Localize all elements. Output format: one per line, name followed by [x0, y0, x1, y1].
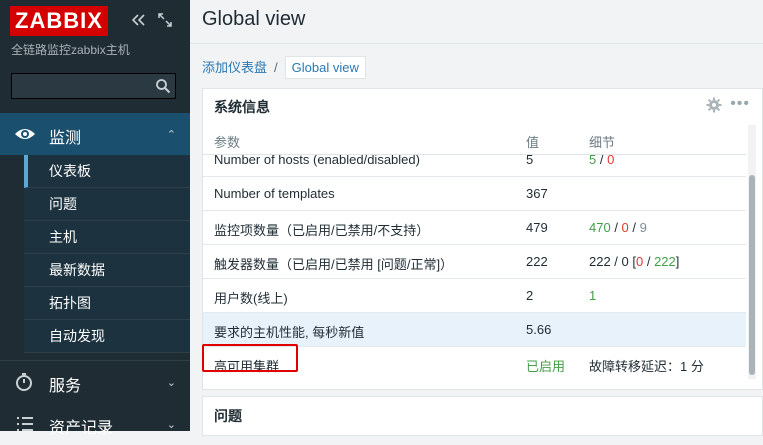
- scrollbar-thumb[interactable]: [749, 175, 755, 375]
- zabbix-logo[interactable]: ZABBIX: [10, 6, 108, 36]
- table-row: Number of hosts (enabled/disabled) 5 5 /…: [203, 154, 746, 177]
- breadcrumb-current[interactable]: Global view: [284, 56, 366, 79]
- menu-services[interactable]: 服务 ⌄: [0, 360, 190, 403]
- widget-title: 问题: [214, 408, 242, 424]
- details-cell: 5 / 0: [589, 154, 615, 167]
- chevron-down-icon: ⌄: [166, 377, 176, 389]
- annotation-highlight-box: [202, 344, 298, 372]
- menu-monitoring[interactable]: 监测 ⌃: [0, 113, 190, 155]
- value-cell: 5: [526, 154, 534, 167]
- table-row: 触发器数量（已启用/已禁用 [问题/正常]） 222 222 / 0 [0 / …: [203, 245, 746, 279]
- param-cell: 监控项数量（已启用/已禁用/不支持）: [214, 223, 430, 238]
- details-cell: 470 / 0 / 9: [589, 220, 647, 235]
- breadcrumb-separator: /: [274, 60, 278, 75]
- server-name: 全链路监控zabbix主机: [11, 43, 130, 57]
- chevron-up-icon: ⌃: [166, 129, 176, 141]
- header-divider: [190, 43, 763, 44]
- submenu-discovery[interactable]: 自动发现: [24, 320, 190, 353]
- param-cell: 要求的主机性能, 每秒新值: [214, 325, 365, 340]
- submenu-problems[interactable]: 问题: [24, 188, 190, 221]
- value-cell: 5.66: [526, 322, 552, 337]
- column-header-value: 值: [526, 135, 540, 150]
- value-cell: 367: [526, 186, 548, 201]
- column-header-param: 参数: [214, 135, 241, 150]
- problems-widget: 问题: [202, 396, 763, 436]
- breadcrumb-dashboards-link[interactable]: 添加仪表盘: [202, 60, 267, 75]
- menu-inventory[interactable]: 资产记录 ⌄: [0, 403, 190, 445]
- table-row: 监控项数量（已启用/已禁用/不支持） 479 470 / 0 / 9: [203, 211, 746, 245]
- collapse-sidebar-icon[interactable]: [130, 12, 146, 28]
- monitoring-submenu: 仪表板 问题 主机 最新数据 拓扑图 自动发现: [24, 155, 190, 353]
- breadcrumb: 添加仪表盘 / Global view: [202, 56, 366, 79]
- submenu-latest-data[interactable]: 最新数据: [24, 254, 190, 287]
- details-cell: 222 / 0 [0 / 222]: [589, 254, 680, 269]
- value-cell: 已启用: [526, 359, 566, 374]
- value-cell: 2: [526, 288, 534, 303]
- value-cell: 222: [526, 254, 548, 269]
- menu-monitoring-label: 监测: [49, 130, 82, 147]
- search-input[interactable]: [12, 74, 164, 98]
- scrollbar[interactable]: [748, 125, 756, 379]
- more-options-icon[interactable]: •••: [730, 95, 750, 113]
- search-icon[interactable]: [155, 78, 171, 94]
- details-cell: 故障转移延迟：1 分: [589, 359, 704, 374]
- table-row: 要求的主机性能, 每秒新值 5.66: [203, 313, 746, 347]
- stopwatch-icon: [14, 372, 36, 392]
- param-cell: 用户数(线上): [214, 291, 288, 306]
- menu-services-label: 服务: [49, 378, 82, 395]
- widget-title: 系统信息: [214, 99, 270, 115]
- param-cell: Number of hosts (enabled/disabled): [214, 154, 420, 167]
- table-row: 用户数(线上) 2 1: [203, 279, 746, 313]
- search-box: [11, 73, 176, 99]
- menu-inventory-label: 资产记录: [49, 420, 114, 437]
- sidebar: ZABBIX 全链路监控zabbix主机 监测 ⌃ 仪表板 问题 主机 最新数据…: [0, 0, 190, 437]
- details-cell: 1: [589, 288, 597, 303]
- chevron-down-icon: ⌄: [166, 419, 176, 431]
- submenu-dashboard[interactable]: 仪表板: [24, 155, 190, 188]
- param-cell: Number of templates: [214, 186, 335, 201]
- page-title: Global view: [202, 8, 306, 30]
- submenu-maps[interactable]: 拓扑图: [24, 287, 190, 320]
- eye-icon: [14, 124, 36, 144]
- table-row: Number of templates 367: [203, 177, 746, 211]
- list-icon: [14, 414, 36, 434]
- gear-icon[interactable]: [706, 97, 722, 113]
- kiosk-mode-icon[interactable]: [157, 12, 173, 28]
- submenu-hosts[interactable]: 主机: [24, 221, 190, 254]
- column-header-details: 细节: [589, 135, 616, 150]
- param-cell: 触发器数量（已启用/已禁用 [问题/正常]）: [214, 257, 454, 272]
- value-cell: 479: [526, 220, 548, 235]
